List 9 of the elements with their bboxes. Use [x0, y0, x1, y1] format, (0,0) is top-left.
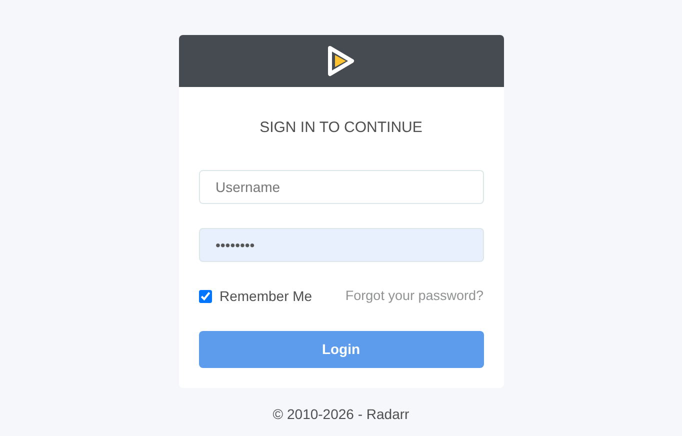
username-field[interactable]: Username	[198, 170, 484, 204]
remember-checkbox[interactable]	[198, 290, 212, 302]
forgot-password-link[interactable]: Forgot your password?	[345, 286, 484, 306]
remember-label: Remember Me	[220, 286, 312, 306]
play-logo-icon	[326, 45, 356, 77]
login-button[interactable]: Login	[198, 330, 484, 368]
footer-copyright: © 2010-2026 - Radarr	[272, 404, 410, 424]
sign-in-heading: SIGN IN TO CONTINUE	[258, 118, 424, 138]
password-field[interactable]: ••••••••	[198, 228, 484, 262]
